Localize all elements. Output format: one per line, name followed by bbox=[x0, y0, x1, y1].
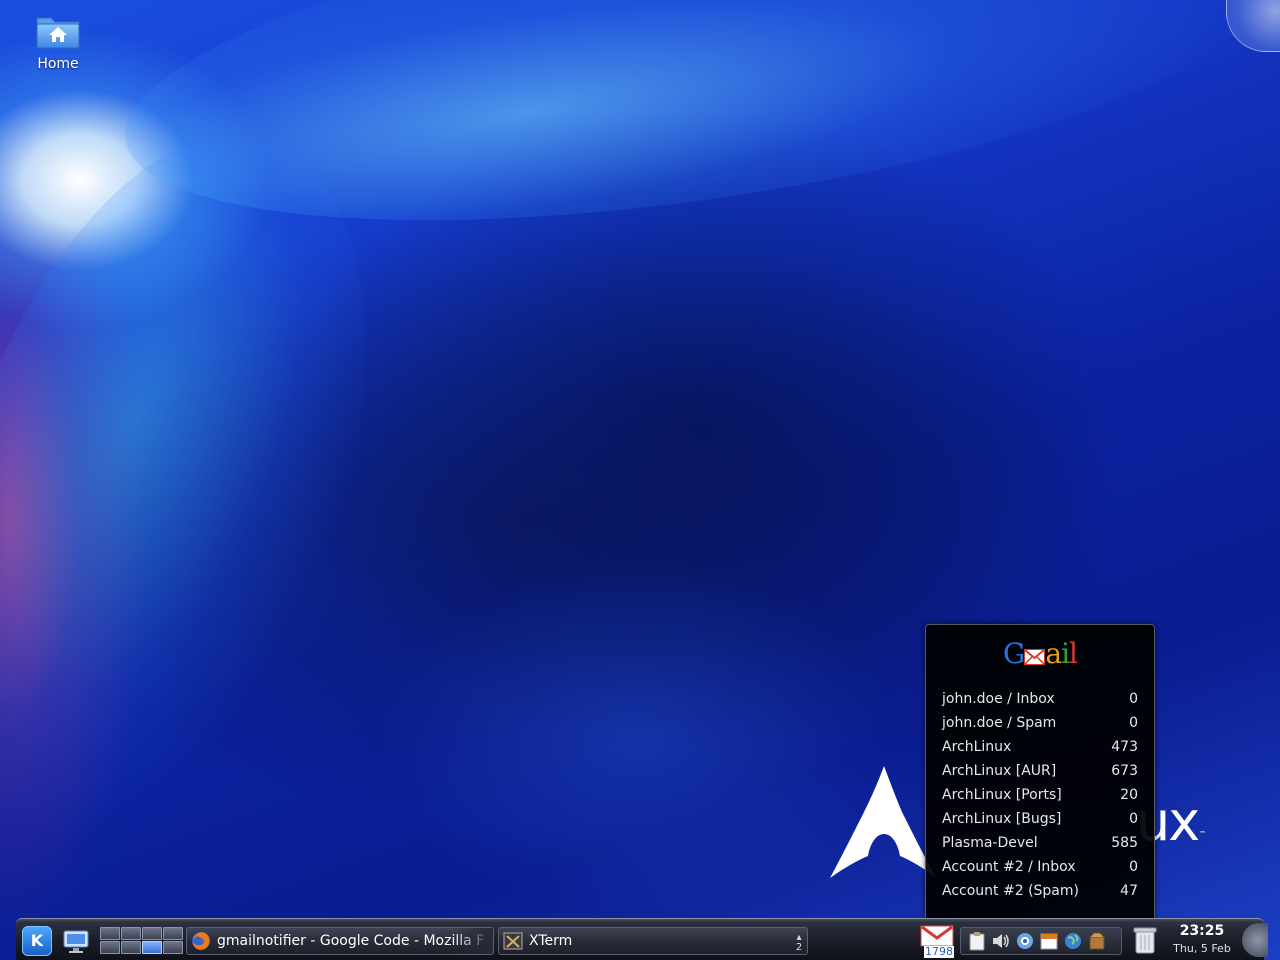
pager-desktop-4[interactable] bbox=[163, 927, 183, 940]
account-name: john.doe / Spam bbox=[942, 715, 1057, 731]
firefox-icon bbox=[192, 932, 210, 950]
globe-icon[interactable] bbox=[1063, 931, 1083, 951]
clock-time[interactable]: 23:25 bbox=[1166, 923, 1238, 939]
pager-desktop-7[interactable] bbox=[142, 941, 162, 954]
gmail-notifier-tray[interactable]: 1798 bbox=[920, 925, 954, 959]
task-label: gmailnotifier - Google Code - Mozilla F bbox=[217, 933, 485, 949]
unread-count: 47 bbox=[1120, 883, 1138, 899]
unread-count: 0 bbox=[1129, 691, 1138, 707]
account-name: john.doe / Inbox bbox=[942, 691, 1055, 707]
pager-desktop-1[interactable] bbox=[100, 927, 120, 940]
account-row[interactable]: Plasma-Devel 585 bbox=[942, 831, 1138, 855]
kde-logo-icon: K bbox=[30, 931, 44, 950]
unread-count: 0 bbox=[1129, 811, 1138, 827]
account-row[interactable]: ArchLinux [Ports] 20 bbox=[942, 783, 1138, 807]
clipboard-icon[interactable] bbox=[967, 931, 987, 951]
task-label: XTerm bbox=[529, 933, 573, 949]
gmail-logo-a: a bbox=[1045, 637, 1062, 670]
panel-toolbox-button[interactable] bbox=[1242, 923, 1268, 957]
desktop-count: 2 bbox=[795, 942, 803, 953]
pager-desktop-8[interactable] bbox=[163, 941, 183, 954]
task-group-count: ▴ 2 bbox=[794, 933, 804, 953]
calendar-icon[interactable] bbox=[1039, 931, 1059, 951]
desktop-toolbox-button[interactable] bbox=[1226, 0, 1280, 52]
trash-icon[interactable] bbox=[1132, 925, 1158, 955]
account-name: Plasma-Devel bbox=[942, 835, 1038, 851]
gmail-logo: G ail bbox=[926, 637, 1154, 673]
xterm-icon bbox=[503, 932, 523, 950]
pager-desktop-5[interactable] bbox=[100, 941, 120, 954]
unread-count: 0 bbox=[1129, 859, 1138, 875]
task-xterm[interactable]: XTerm bbox=[498, 927, 808, 955]
unread-count: 673 bbox=[1111, 763, 1138, 779]
unread-count: 473 bbox=[1111, 739, 1138, 755]
unread-count: 0 bbox=[1129, 715, 1138, 731]
desktop-icon-home[interactable]: Home bbox=[22, 10, 94, 72]
account-row[interactable]: ArchLinux [AUR] 673 bbox=[942, 759, 1138, 783]
pager-desktop-3[interactable] bbox=[142, 927, 162, 940]
gmail-unread-count: 1798 bbox=[924, 945, 954, 958]
trademark-mark: ™ bbox=[1199, 830, 1206, 838]
account-name: ArchLinux [Bugs] bbox=[942, 811, 1062, 827]
gmail-logo-l: l bbox=[1069, 637, 1078, 670]
unread-count: 585 bbox=[1111, 835, 1138, 851]
envelope-icon bbox=[1024, 649, 1046, 665]
pager-desktop-6[interactable] bbox=[121, 941, 141, 954]
arch-linux-logo bbox=[830, 766, 936, 878]
account-name: Account #2 (Spam) bbox=[942, 883, 1079, 899]
gmail-logo-g: G bbox=[1002, 637, 1025, 670]
package-icon[interactable] bbox=[1087, 931, 1107, 951]
desktop-icon-label: Home bbox=[37, 56, 79, 72]
unread-count: 20 bbox=[1120, 787, 1138, 803]
account-row[interactable]: john.doe / Spam 0 bbox=[942, 711, 1138, 735]
kde-menu-button[interactable]: K bbox=[22, 926, 52, 956]
taskbar-panel: K gmailnotifier - Google Code - Mozilla … bbox=[16, 918, 1268, 960]
account-row[interactable]: ArchLinux [Bugs] 0 bbox=[942, 807, 1138, 831]
gmail-envelope-icon bbox=[920, 925, 954, 947]
account-row[interactable]: john.doe / Inbox 0 bbox=[942, 687, 1138, 711]
desktop: Home ux ™ G ail john.doe / Inbox 0 john.… bbox=[0, 0, 1280, 960]
account-name: ArchLinux bbox=[942, 739, 1012, 755]
wallpaper-streak bbox=[380, 560, 900, 920]
task-firefox[interactable]: gmailnotifier - Google Code - Mozilla F bbox=[186, 927, 494, 955]
show-desktop-icon[interactable] bbox=[60, 925, 92, 957]
wallpaper-streak bbox=[0, 79, 449, 921]
pager-desktop-2[interactable] bbox=[121, 927, 141, 940]
task-label-fade bbox=[453, 928, 493, 954]
account-row[interactable]: ArchLinux 473 bbox=[942, 735, 1138, 759]
account-name: ArchLinux [AUR] bbox=[942, 763, 1057, 779]
account-row[interactable]: Account #2 / Inbox 0 bbox=[942, 855, 1138, 879]
volume-icon[interactable] bbox=[991, 931, 1011, 951]
clock-date[interactable]: Thu, 5 Feb bbox=[1166, 942, 1238, 955]
account-name: Account #2 / Inbox bbox=[942, 859, 1076, 875]
account-name: ArchLinux [Ports] bbox=[942, 787, 1062, 803]
home-folder-icon bbox=[35, 12, 81, 50]
account-row[interactable]: Account #2 (Spam) 47 bbox=[942, 879, 1138, 903]
gmail-notifier-popup: G ail john.doe / Inbox 0 john.doe / Spam… bbox=[925, 624, 1155, 922]
network-icon[interactable] bbox=[1015, 931, 1035, 951]
gmail-logo-i: i bbox=[1061, 637, 1070, 670]
wallpaper-streak bbox=[106, 0, 1280, 279]
system-tray bbox=[960, 927, 1122, 955]
desktop-pager[interactable] bbox=[100, 927, 183, 955]
